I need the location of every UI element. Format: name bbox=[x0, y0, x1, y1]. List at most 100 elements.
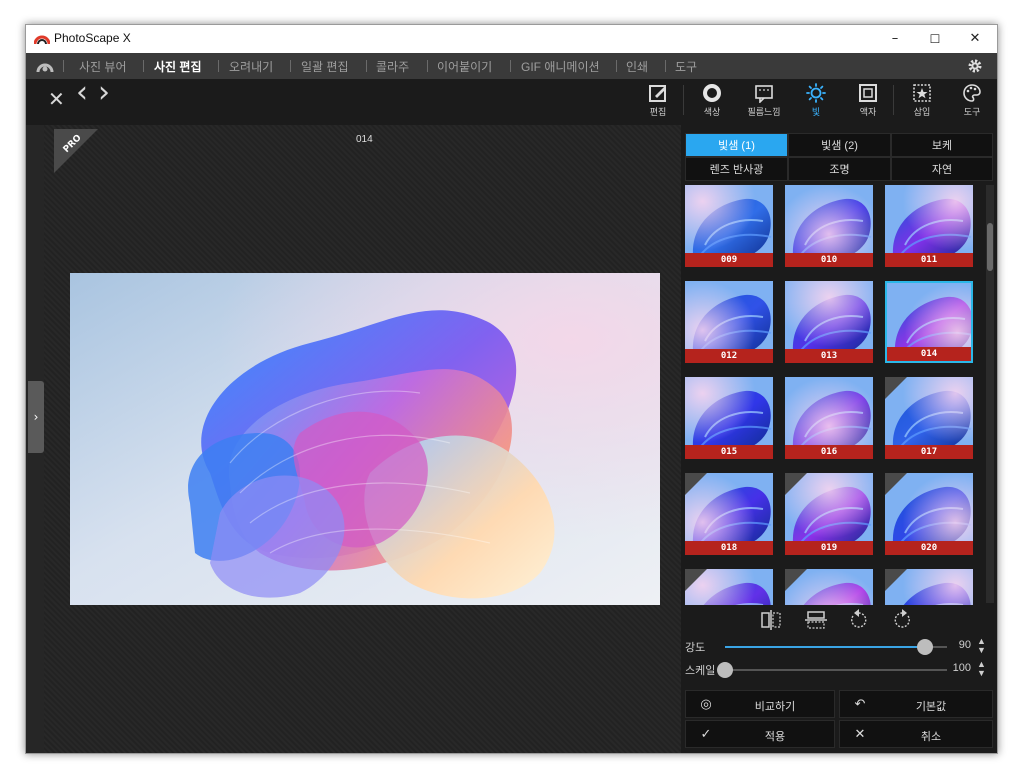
image-number-label: 014 bbox=[356, 134, 373, 145]
tool-frame[interactable]: 액자 bbox=[848, 83, 888, 118]
cancel-button[interactable]: ✕ 취소 bbox=[839, 720, 993, 748]
minimize-button[interactable]: – bbox=[875, 25, 915, 53]
thumbnail-label: 013 bbox=[785, 349, 873, 363]
thumbnail-label: 012 bbox=[685, 349, 773, 363]
edited-photo bbox=[70, 273, 660, 605]
palette-icon bbox=[963, 84, 981, 102]
effect-thumbnail[interactable]: 011 bbox=[885, 185, 973, 267]
tool-tools[interactable]: 도구 bbox=[952, 83, 992, 118]
settings-gear-icon[interactable] bbox=[967, 58, 983, 74]
effect-thumbnail[interactable]: 009 bbox=[685, 185, 773, 267]
previous-image-icon[interactable]: ‹ bbox=[76, 78, 88, 108]
tool-color[interactable]: 색상 bbox=[692, 83, 732, 118]
tool-insert[interactable]: 삽입 bbox=[902, 83, 942, 118]
apply-button[interactable]: ✓ 적용 bbox=[685, 720, 835, 748]
thumbnail-label: 014 bbox=[887, 347, 971, 361]
thumbnail-label: 010 bbox=[785, 253, 873, 267]
strength-label: 강도 bbox=[685, 642, 706, 654]
menu-gif-animation[interactable]: GIF 애니메이션 bbox=[521, 58, 600, 75]
menu-photo-viewer[interactable]: 사진 뷰어 bbox=[79, 58, 127, 75]
strength-spinner-icon[interactable]: ▲ ▼ bbox=[977, 637, 986, 655]
default-button[interactable]: ↶ 기본값 bbox=[839, 690, 993, 718]
menu-print[interactable]: 인쇄 bbox=[626, 58, 648, 75]
effect-thumbnail[interactable]: 017 bbox=[885, 377, 973, 459]
effect-thumbnail[interactable] bbox=[885, 569, 973, 605]
tool-film-label: 필름느낌 bbox=[747, 108, 781, 118]
thumbnail-label: 018 bbox=[685, 541, 773, 555]
tab-light-leak-2[interactable]: 빛샘 (2) bbox=[788, 133, 891, 157]
strength-slider-row: 강도 90 ▲ ▼ bbox=[685, 637, 993, 657]
tab-light-leak-1[interactable]: 빛샘 (1) bbox=[685, 133, 788, 157]
rotate-right-icon[interactable] bbox=[887, 607, 917, 633]
maximize-button[interactable]: ☐ bbox=[915, 25, 955, 53]
scale-slider-knob[interactable] bbox=[717, 662, 733, 678]
flip-horizontal-icon[interactable] bbox=[756, 607, 786, 633]
scale-spinner-icon[interactable]: ▲ ▼ bbox=[977, 660, 986, 678]
thumbnail-label: 017 bbox=[885, 445, 973, 459]
expand-panel-chevron-icon[interactable]: › bbox=[28, 381, 44, 453]
thumbnail-label: 020 bbox=[885, 541, 973, 555]
effect-thumbnail[interactable] bbox=[785, 569, 873, 605]
next-image-icon[interactable]: › bbox=[98, 78, 110, 108]
thumbnail-scrollbar[interactable] bbox=[986, 185, 994, 603]
undo-icon: ↶ bbox=[854, 696, 866, 711]
close-button[interactable]: ✕ bbox=[955, 25, 995, 53]
scale-value[interactable]: 100 bbox=[951, 662, 971, 674]
effect-thumbnail[interactable]: 015 bbox=[685, 377, 773, 459]
tool-frame-label: 액자 bbox=[859, 108, 877, 118]
scale-slider-row: 스케일 100 ▲ ▼ bbox=[685, 660, 993, 680]
thumbnail-label: 016 bbox=[785, 445, 873, 459]
thumbnail-label: 019 bbox=[785, 541, 873, 555]
menu-combine[interactable]: 이어붙이기 bbox=[437, 58, 492, 75]
effect-thumbnail[interactable] bbox=[685, 569, 773, 605]
tool-edit[interactable]: 편집 bbox=[638, 83, 678, 118]
strength-slider-knob[interactable] bbox=[917, 639, 933, 655]
effect-thumbnail[interactable]: 014 bbox=[885, 281, 973, 363]
compare-button[interactable]: ◎ 비교하기 bbox=[685, 690, 835, 718]
mode-menu-bar: 사진 뷰어 사진 편집 오려내기 일괄 편집 콜라주 이어붙이기 GIF 애니메… bbox=[26, 53, 997, 79]
tool-film[interactable]: 필름느낌 bbox=[744, 83, 784, 118]
rotate-left-icon[interactable] bbox=[844, 607, 874, 633]
menu-collage[interactable]: 콜라주 bbox=[376, 58, 409, 75]
menu-tools[interactable]: 도구 bbox=[675, 58, 697, 75]
effect-thumbnail[interactable]: 012 bbox=[685, 281, 773, 363]
light-effects-panel: 빛샘 (1) 빛샘 (2) 보케 렌즈 반사광 조명 자연 009 010 011 0… bbox=[681, 125, 997, 753]
sun-icon bbox=[806, 83, 826, 103]
tool-color-label: 색상 bbox=[703, 108, 721, 118]
tab-nature[interactable]: 자연 bbox=[891, 157, 993, 181]
tab-lighting[interactable]: 조명 bbox=[788, 157, 891, 181]
strength-slider[interactable] bbox=[725, 639, 947, 655]
close-image-icon[interactable]: ✕ bbox=[48, 88, 65, 110]
film-icon bbox=[755, 85, 773, 103]
effect-thumbnail[interactable]: 020 bbox=[885, 473, 973, 555]
pencil-box-icon bbox=[649, 85, 666, 102]
scale-slider[interactable] bbox=[717, 662, 947, 678]
strength-value[interactable]: 90 bbox=[951, 639, 971, 651]
thumbnail-label: 009 bbox=[685, 253, 773, 267]
effect-thumbnail[interactable]: 010 bbox=[785, 185, 873, 267]
thumbnail-preview-image bbox=[785, 569, 873, 605]
compare-icon: ◎ bbox=[700, 696, 712, 711]
home-logo-icon[interactable] bbox=[36, 58, 54, 74]
apply-button-label: 적용 bbox=[764, 731, 786, 743]
title-bar: PhotoScape X – ☐ ✕ bbox=[26, 25, 997, 53]
menu-photo-editor[interactable]: 사진 편집 bbox=[154, 58, 202, 75]
scale-label: 스케일 bbox=[685, 665, 716, 677]
flip-vertical-icon[interactable] bbox=[801, 607, 831, 633]
tab-bokeh[interactable]: 보케 bbox=[891, 133, 993, 157]
effect-thumbnail[interactable]: 016 bbox=[785, 377, 873, 459]
effect-thumbnail[interactable]: 013 bbox=[785, 281, 873, 363]
photoscape-logo-icon bbox=[34, 35, 50, 45]
frame-icon bbox=[859, 84, 877, 102]
cancel-x-icon: ✕ bbox=[854, 726, 866, 741]
menu-batch-editor[interactable]: 일괄 편집 bbox=[301, 58, 349, 75]
circle-icon bbox=[703, 84, 721, 102]
effect-thumbnail[interactable]: 018 bbox=[685, 473, 773, 555]
cancel-button-label: 취소 bbox=[920, 731, 942, 743]
tab-lens-flare[interactable]: 렌즈 반사광 bbox=[685, 157, 788, 181]
tool-light[interactable]: 빛 bbox=[796, 83, 836, 118]
effect-thumbnail[interactable]: 019 bbox=[785, 473, 873, 555]
scrollbar-thumb[interactable] bbox=[987, 223, 993, 271]
tool-light-label: 빛 bbox=[811, 108, 821, 118]
menu-cut-out[interactable]: 오려내기 bbox=[229, 58, 273, 75]
